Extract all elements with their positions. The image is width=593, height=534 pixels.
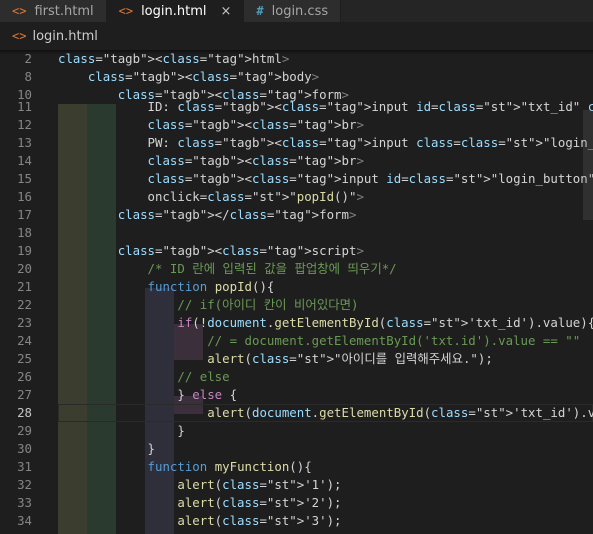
- code-line[interactable]: 2 class="tagb"><class="tag">html>: [0, 50, 593, 68]
- code-line[interactable]: 19 class="tagb"><class="tag">script>: [0, 242, 593, 260]
- code-line[interactable]: 34 alert(class="st">'3');: [0, 512, 593, 530]
- line-number: 21: [17, 279, 32, 294]
- code-line[interactable]: 23 if(!document.getElementById(class="st…: [0, 314, 593, 332]
- line-number: 17: [17, 207, 32, 222]
- line-code: if(!document.getElementById(class="st">'…: [177, 315, 593, 330]
- line-number: 31: [17, 459, 32, 474]
- code-line[interactable]: 11 ID: class="tagb"><class="tag">input i…: [0, 98, 593, 116]
- code-line[interactable]: 22 // if(아이디 칸이 비어있다면): [0, 296, 593, 314]
- code-editor[interactable]: 2 class="tagb"><class="tag">html> 8 class=…: [0, 50, 593, 534]
- editor-tab-bar: <> first.html <> login.html × # login.cs…: [0, 0, 593, 22]
- line-number: 11: [17, 99, 32, 114]
- line-number: 22: [17, 297, 32, 312]
- line-number: 24: [17, 333, 32, 348]
- close-icon[interactable]: ×: [220, 4, 231, 19]
- line-code: alert(class="st">"아이디를 입력해주세요.");: [207, 351, 493, 366]
- line-code: class="tagb"><class="tag">input id=class…: [147, 171, 593, 186]
- code-line[interactable]: 15 class="tagb"><class="tag">input id=cl…: [0, 170, 593, 188]
- line-number: 19: [17, 243, 32, 258]
- code-line[interactable]: 18: [0, 224, 593, 242]
- code-line[interactable]: 32 alert(class="st">'1');: [0, 476, 593, 494]
- line-code: function popId(){: [147, 279, 275, 294]
- vscode-window: <> first.html <> login.html × # login.cs…: [0, 0, 593, 534]
- line-number: 34: [17, 513, 32, 528]
- code-line[interactable]: 31 function myFunction(){: [0, 458, 593, 476]
- code-line[interactable]: 25 alert(class="st">"아이디를 입력해주세요.");: [0, 350, 593, 368]
- line-number: 27: [17, 387, 32, 402]
- line-number: 18: [17, 225, 32, 240]
- line-code: alert(class="st">'3');: [177, 513, 342, 528]
- line-number: 13: [17, 135, 32, 150]
- tab-login-html[interactable]: <> login.html ×: [106, 0, 245, 22]
- code-line[interactable]: 12 class="tagb"><class="tag">br>: [0, 116, 593, 134]
- breadcrumb: <> login.html: [0, 22, 593, 50]
- code-line[interactable]: 29 }: [0, 422, 593, 440]
- line-code: } else {: [58, 387, 238, 402]
- line-number: 23: [17, 315, 32, 330]
- code-line[interactable]: 20 /* ID 란에 입력된 값을 팝업창에 띄우기*/: [0, 260, 593, 278]
- line-code: PW: class="tagb"><class="tag">input clas…: [58, 135, 593, 150]
- tab-login-css[interactable]: # login.css: [244, 0, 342, 22]
- code-line[interactable]: 8 class="tagb"><class="tag">body>: [0, 68, 593, 86]
- line-code: /* ID 란에 입력된 값을 팝업창에 띄우기*/: [147, 261, 397, 276]
- tab-label: first.html: [34, 3, 94, 19]
- line-number: 26: [17, 369, 32, 384]
- css-file-icon: #: [256, 4, 264, 18]
- line-number: 14: [17, 153, 32, 168]
- code-line[interactable]: 33 alert(class="st">'2');: [0, 494, 593, 512]
- code-line[interactable]: 21 function popId(){: [0, 278, 593, 296]
- line-code: alert(class="st">'2');: [177, 495, 342, 510]
- line-code: class="tagb"><class="tag">br>: [147, 153, 364, 168]
- breadcrumb-file[interactable]: login.html: [32, 29, 97, 44]
- line-code: // = document.getElementById('txt.id').v…: [207, 333, 581, 348]
- code-line[interactable]: 14 class="tagb"><class="tag">br>: [0, 152, 593, 170]
- scrollbar-thumb[interactable]: [583, 110, 593, 220]
- html-file-icon: <>: [118, 4, 134, 18]
- line-code: // if(아이디 칸이 비어있다면): [177, 297, 359, 312]
- html-file-icon: <>: [12, 29, 27, 43]
- line-number: 33: [17, 495, 32, 510]
- code-line[interactable]: 24 // = document.getElementById('txt.id'…: [0, 332, 593, 350]
- line-number: 12: [17, 117, 32, 132]
- line-number: 15: [17, 171, 32, 186]
- tab-first-html[interactable]: <> first.html: [0, 0, 107, 22]
- line-code: class="tagb"></class="tag">form>: [117, 207, 357, 222]
- code-line[interactable]: 27 } else {: [0, 386, 593, 404]
- line-code: alert(document.getElementById(class="st"…: [207, 405, 593, 420]
- code-line[interactable]: 16 onclick=class="st">"popId()">: [0, 188, 593, 206]
- tab-label: login.css: [271, 3, 329, 19]
- code-line[interactable]: 17 class="tagb"></class="tag">form>: [0, 206, 593, 224]
- line-code: }: [58, 441, 155, 456]
- line-number: 29: [17, 423, 32, 438]
- line-number: 28: [17, 405, 32, 420]
- line-code: class="tagb"><class="tag">script>: [117, 243, 364, 258]
- tab-label: login.html: [141, 3, 207, 19]
- line-number: 8: [24, 69, 32, 84]
- line-number: 25: [17, 351, 32, 366]
- code-line[interactable]: 30 }: [0, 440, 593, 458]
- html-file-icon: <>: [12, 4, 27, 18]
- line-code: class="tagb"><class="tag">br>: [147, 117, 364, 132]
- line-code: alert(class="st">'1');: [177, 477, 342, 492]
- line-code: class="tagb"><class="tag">body>: [87, 69, 320, 84]
- line-code: // else: [177, 369, 230, 384]
- code-line[interactable]: 26 // else: [0, 368, 593, 386]
- code-line[interactable]: 28 alert(document.getElementById(class="…: [0, 404, 593, 422]
- tab-bar-empty-space: [341, 0, 593, 22]
- line-code: class="tagb"><class="tag">html>: [58, 51, 290, 66]
- line-number: 2: [24, 51, 32, 66]
- line-code: onclick=class="st">"popId()">: [58, 189, 364, 204]
- line-number: 16: [17, 189, 32, 204]
- line-number: 20: [17, 261, 32, 276]
- line-code: ID: class="tagb"><class="tag">input id=c…: [58, 99, 593, 114]
- line-number: 32: [17, 477, 32, 492]
- line-code: }: [58, 423, 185, 438]
- code-line[interactable]: 13 PW: class="tagb"><class="tag">input c…: [0, 134, 593, 152]
- line-number: 30: [17, 441, 32, 456]
- line-code: function myFunction(){: [147, 459, 312, 474]
